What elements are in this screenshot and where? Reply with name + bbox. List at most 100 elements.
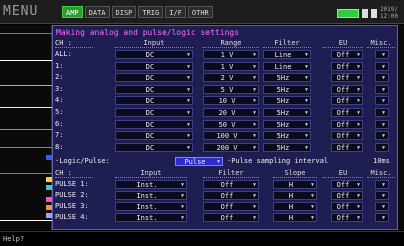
- misc-button[interactable]: ▼: [375, 84, 389, 94]
- pulse-slope-dropdown[interactable]: H ▼: [273, 191, 317, 200]
- chevron-down-icon: ▼: [180, 193, 184, 199]
- pulse-misc-button[interactable]: ▼: [375, 180, 389, 189]
- range-dropdown[interactable]: 20 V ▼: [203, 108, 259, 117]
- chevron-down-icon: ▼: [381, 63, 385, 70]
- misc-button[interactable]: ▼: [375, 96, 389, 106]
- filter-dropdown-value: 5Hz: [276, 74, 290, 83]
- logic-pulse-row: ·Logic/Pulse: Pulse ▼ ·Pulse sampling int…: [55, 156, 396, 167]
- pulse-misc-button[interactable]: ▼: [375, 191, 389, 200]
- chevron-down-icon: ▼: [252, 75, 256, 82]
- chevron-down-icon: ▼: [186, 133, 190, 140]
- pulse-misc-button[interactable]: ▼: [375, 213, 389, 222]
- input-dropdown[interactable]: DC ▼: [115, 142, 193, 152]
- pulse-filter-dropdown[interactable]: Off ▼: [203, 213, 259, 222]
- filter-dropdown[interactable]: 5Hz ▼: [263, 131, 311, 141]
- channel-label: 8:: [55, 143, 95, 152]
- tab-if[interactable]: I/F: [165, 6, 186, 18]
- pulse-input-dropdown-value: Inst.: [136, 192, 158, 200]
- pulse-filter-dropdown[interactable]: Off ▼: [203, 202, 259, 211]
- eu-dropdown[interactable]: Off ▼: [331, 131, 363, 141]
- pulse-row: PULSE 3: Inst. ▼ Off ▼ H ▼ Off ▼ ▼: [55, 202, 396, 211]
- eu-dropdown[interactable]: Off ▼: [331, 73, 363, 83]
- filter-dropdown[interactable]: Line ▼: [263, 61, 311, 71]
- input-dropdown[interactable]: DC ▼: [115, 119, 193, 129]
- pulse-eu-dropdown[interactable]: Off ▼: [331, 202, 363, 211]
- filter-dropdown[interactable]: 5Hz ▼: [263, 142, 311, 152]
- misc-button[interactable]: ▼: [375, 61, 389, 71]
- right-scrollbar[interactable]: [398, 25, 404, 230]
- input-dropdown[interactable]: DC ▼: [115, 131, 193, 141]
- filter-dropdown[interactable]: 5Hz ▼: [263, 108, 311, 117]
- misc-button[interactable]: ▼: [375, 142, 389, 152]
- eu-dropdown[interactable]: Off ▼: [331, 50, 363, 59]
- chevron-down-icon: ▼: [252, 98, 256, 105]
- range-dropdown[interactable]: 100 V ▼: [203, 131, 259, 141]
- pulse-input-dropdown[interactable]: Inst. ▼: [115, 202, 187, 211]
- misc-button[interactable]: ▼: [375, 119, 389, 129]
- misc-button[interactable]: ▼: [375, 73, 389, 83]
- pulse-slope-dropdown[interactable]: H ▼: [273, 213, 317, 222]
- pulse-eu-dropdown[interactable]: Off ▼: [331, 180, 363, 189]
- input-dropdown[interactable]: DC ▼: [115, 96, 193, 106]
- pulse-slope-dropdown[interactable]: H ▼: [273, 180, 317, 189]
- eu-dropdown[interactable]: Off ▼: [331, 119, 363, 129]
- pulse-header-misc: Misc.: [367, 169, 395, 178]
- chevron-down-icon: ▼: [310, 182, 314, 188]
- range-dropdown[interactable]: 5 V ▼: [203, 84, 259, 94]
- tab-trig[interactable]: TRIG: [138, 6, 164, 18]
- pulse-eu-dropdown[interactable]: Off ▼: [331, 191, 363, 200]
- eu-dropdown[interactable]: Off ▼: [331, 142, 363, 152]
- channel-label-value: 8:: [55, 142, 64, 151]
- input-dropdown[interactable]: DC ▼: [115, 108, 193, 117]
- pulse-input-dropdown[interactable]: Inst. ▼: [115, 213, 187, 222]
- input-dropdown[interactable]: DC ▼: [115, 84, 193, 94]
- misc-button[interactable]: ▼: [375, 50, 389, 59]
- input-dropdown[interactable]: DC ▼: [115, 61, 193, 71]
- pulse-slope-dropdown[interactable]: H ▼: [273, 202, 317, 211]
- tab-data[interactable]: DATA: [84, 6, 110, 18]
- eu-dropdown[interactable]: Off ▼: [331, 61, 363, 71]
- eu-dropdown[interactable]: Off ▼: [331, 96, 363, 106]
- pulse-channel-label-value: PULSE 4:: [55, 213, 89, 221]
- pulse-row: PULSE 2: Inst. ▼ Off ▼ H ▼ Off ▼ ▼: [55, 191, 396, 200]
- header-filter: Filter: [263, 39, 311, 48]
- misc-button[interactable]: ▼: [375, 131, 389, 141]
- battery-icon: [336, 8, 359, 18]
- input-dropdown[interactable]: DC ▼: [115, 50, 193, 59]
- tab-amp[interactable]: AMP: [62, 6, 83, 18]
- misc-button[interactable]: ▼: [375, 108, 389, 117]
- pulse-channel-label-value: PULSE 3:: [55, 202, 89, 210]
- logic-pulse-dropdown[interactable]: Pulse ▼: [175, 157, 223, 166]
- filter-dropdown[interactable]: 5Hz ▼: [263, 73, 311, 83]
- input-dropdown[interactable]: DC ▼: [115, 73, 193, 83]
- pulse-misc-button[interactable]: ▼: [375, 202, 389, 211]
- chevron-down-icon: ▼: [356, 204, 360, 210]
- analog-row: 6: DC ▼ 50 V ▼ 5Hz ▼ Off ▼ ▼: [55, 119, 396, 129]
- range-dropdown[interactable]: 10 V ▼: [203, 96, 259, 106]
- pulse-filter-dropdown[interactable]: Off ▼: [203, 180, 259, 189]
- pulse-input-dropdown[interactable]: Inst. ▼: [115, 180, 187, 189]
- analog-row: 3: DC ▼ 5 V ▼ 5Hz ▼ Off ▼ ▼: [55, 84, 396, 94]
- tab-disp[interactable]: DISP: [111, 6, 137, 18]
- eu-dropdown[interactable]: Off ▼: [331, 108, 363, 117]
- filter-dropdown[interactable]: 5Hz ▼: [263, 119, 311, 129]
- pulse-sampling-label: ·Pulse sampling interval: [227, 157, 329, 165]
- filter-dropdown[interactable]: Line ▼: [263, 50, 311, 59]
- chevron-down-icon: ▼: [252, 204, 256, 210]
- pulse-sampling-value[interactable]: 10ms: [373, 157, 390, 165]
- range-dropdown[interactable]: 50 V ▼: [203, 119, 259, 129]
- pulse-eu-dropdown[interactable]: Off ▼: [331, 213, 363, 222]
- range-dropdown[interactable]: 2 V ▼: [203, 73, 259, 83]
- analog-row: ALL: DC ▼ 1 V ▼ Line ▼ Off ▼ ▼: [55, 50, 396, 59]
- filter-dropdown[interactable]: 5Hz ▼: [263, 96, 311, 106]
- eu-dropdown[interactable]: Off ▼: [331, 84, 363, 94]
- pulse-filter-dropdown[interactable]: Off ▼: [203, 191, 259, 200]
- tab-othr[interactable]: OTHR: [187, 6, 213, 18]
- range-dropdown[interactable]: 1 V ▼: [203, 50, 259, 59]
- chevron-down-icon: ▼: [381, 75, 385, 82]
- range-dropdown[interactable]: 200 V ▼: [203, 142, 259, 152]
- pulse-input-dropdown[interactable]: Inst. ▼: [115, 191, 187, 200]
- channel-label-value: 3:: [55, 84, 64, 93]
- filter-dropdown[interactable]: 5Hz ▼: [263, 84, 311, 94]
- range-dropdown[interactable]: 1 V ▼: [203, 61, 259, 71]
